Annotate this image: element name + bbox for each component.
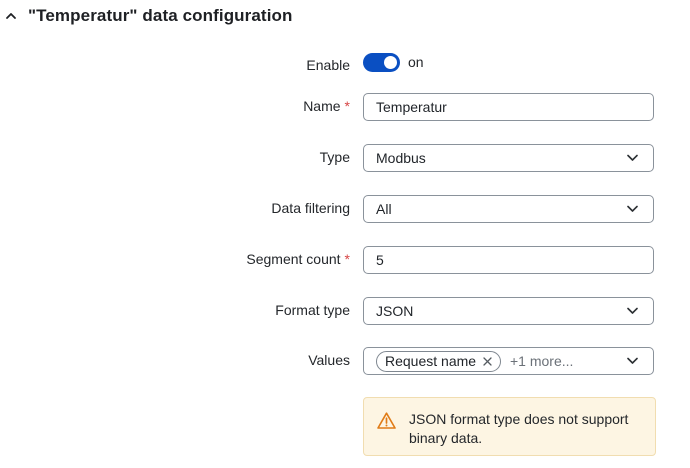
chevron-down-icon xyxy=(627,205,638,212)
name-input[interactable]: Temperatur xyxy=(363,93,654,121)
enable-label: Enable xyxy=(306,57,350,73)
enable-state-text: on xyxy=(408,54,424,70)
name-input-value: Temperatur xyxy=(376,99,447,115)
toggle-knob xyxy=(384,56,397,69)
format-type-row: Format type JSON xyxy=(0,297,690,325)
warning-text: JSON format type does not support binary… xyxy=(409,411,629,446)
name-row: Name * Temperatur xyxy=(0,93,690,121)
chevron-down-icon xyxy=(627,307,638,314)
format-type-label: Format type xyxy=(275,302,350,318)
chevron-up-icon[interactable] xyxy=(4,9,18,23)
enable-row: Enable xyxy=(0,52,690,80)
data-filtering-row: Data filtering All xyxy=(0,195,690,223)
warning-triangle-icon xyxy=(377,412,396,429)
values-label: Values xyxy=(308,352,350,368)
data-filtering-value: All xyxy=(376,201,392,217)
section-header[interactable]: "Temperatur" data configuration xyxy=(0,0,690,34)
type-select[interactable]: Modbus xyxy=(363,144,654,172)
more-values-text: +1 more... xyxy=(510,353,574,369)
segment-count-input[interactable]: 5 xyxy=(363,246,654,274)
data-filtering-label: Data filtering xyxy=(271,200,350,216)
section-title: "Temperatur" data configuration xyxy=(28,6,293,25)
type-select-value: Modbus xyxy=(376,150,426,166)
chevron-down-icon xyxy=(627,357,638,364)
required-marker: * xyxy=(344,98,350,114)
segment-count-label: Segment count * xyxy=(246,251,350,267)
name-label: Name * xyxy=(303,98,350,114)
values-row: Values Request name +1 more... xyxy=(0,347,690,375)
format-type-select[interactable]: JSON xyxy=(363,297,654,325)
warning-alert: JSON format type does not support binary… xyxy=(363,397,656,456)
segment-count-value: 5 xyxy=(376,252,384,268)
type-label: Type xyxy=(319,149,350,165)
value-chip-label: Request name xyxy=(385,353,477,369)
type-row: Type Modbus xyxy=(0,144,690,172)
value-chip: Request name xyxy=(376,351,502,372)
segment-count-row: Segment count * 5 xyxy=(0,246,690,274)
data-filtering-select[interactable]: All xyxy=(363,195,654,223)
close-icon[interactable] xyxy=(483,357,492,366)
values-multiselect[interactable]: Request name +1 more... xyxy=(363,347,654,375)
chevron-down-icon xyxy=(627,154,638,161)
enable-toggle[interactable] xyxy=(363,53,400,72)
required-marker: * xyxy=(344,251,350,267)
format-type-value: JSON xyxy=(376,303,414,319)
